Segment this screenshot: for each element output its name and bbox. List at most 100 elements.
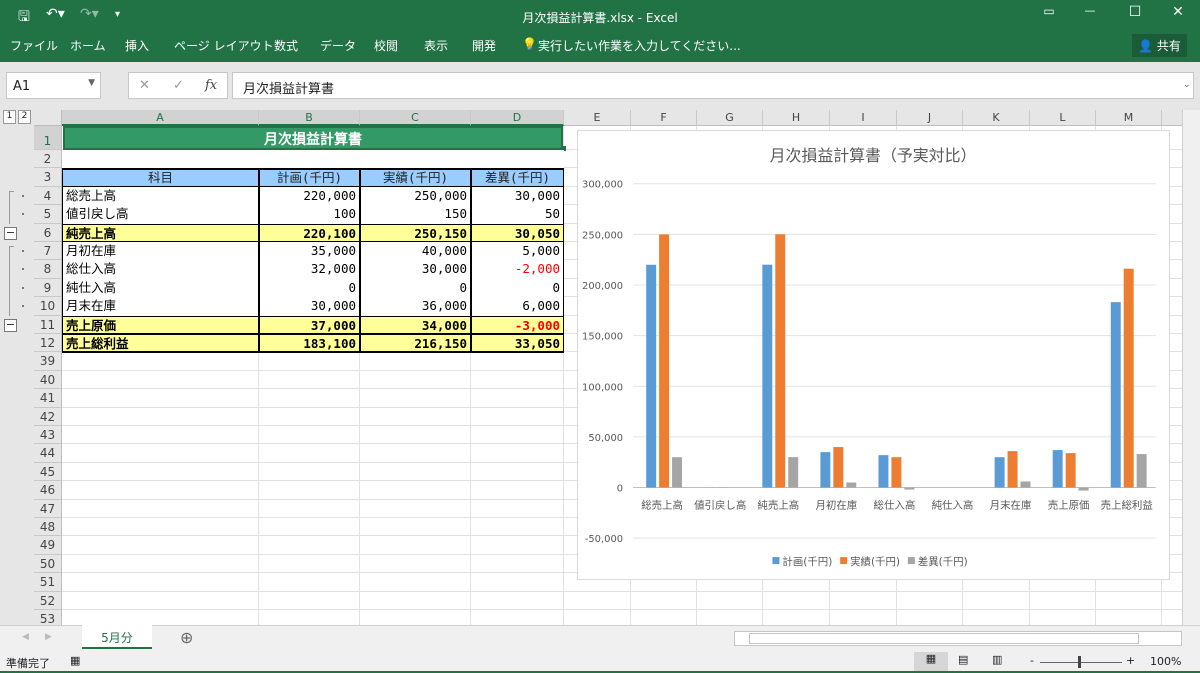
column-header-G[interactable]: G <box>697 110 763 126</box>
table-cell[interactable]: 30,000 <box>471 186 564 206</box>
table-cell[interactable]: -3,000 <box>471 315 564 334</box>
row-header-45[interactable]: 45 <box>34 462 62 482</box>
tab-data[interactable]: データ <box>320 37 356 54</box>
column-header-E[interactable]: E <box>564 110 631 126</box>
sheet-tab-5月分[interactable]: 5月分 <box>82 625 152 649</box>
row-header-6[interactable]: 6 <box>34 223 62 242</box>
column-header-M[interactable]: M <box>1096 110 1162 126</box>
table-cell[interactable]: 0 <box>259 278 360 298</box>
column-header-J[interactable]: J <box>897 110 963 126</box>
row-header-48[interactable]: 48 <box>34 518 62 537</box>
table-header-0[interactable]: 科目 <box>62 168 259 187</box>
table-cell[interactable]: 220,100 <box>259 223 360 242</box>
tab-formulas[interactable]: 数式 <box>274 37 298 54</box>
row-header-4[interactable]: 4 <box>34 186 62 206</box>
table-cell[interactable]: 37,000 <box>259 315 360 334</box>
horizontal-scroll-thumb[interactable] <box>749 633 1139 644</box>
tab-page-layout[interactable]: ページ レイアウト <box>174 37 274 54</box>
table-cell[interactable]: 32,000 <box>259 260 360 279</box>
table-cell[interactable]: 5,000 <box>471 242 564 261</box>
zoom-slider[interactable] <box>1040 662 1122 663</box>
table-cell[interactable]: -2,000 <box>471 260 564 279</box>
zoom-in-button[interactable]: + <box>1126 654 1135 667</box>
row-label-cell[interactable]: 純売上高 <box>62 223 259 242</box>
column-header-N[interactable]: N <box>1162 110 1182 126</box>
table-cell[interactable]: 250,150 <box>360 223 471 242</box>
restore-button[interactable]: ☐ <box>1120 4 1150 20</box>
table-cell[interactable]: 183,100 <box>259 334 360 353</box>
minimize-button[interactable]: — <box>1075 4 1105 17</box>
outline-level-2-button[interactable]: 2 <box>18 110 31 124</box>
macro-record-icon[interactable]: ▦ <box>70 654 80 667</box>
table-cell[interactable]: 0 <box>360 278 471 298</box>
normal-view-icon[interactable]: ▦ <box>914 652 948 671</box>
row-header-40[interactable]: 40 <box>34 370 62 390</box>
row-header-8[interactable]: 8 <box>34 260 62 279</box>
column-header-K[interactable]: K <box>963 110 1030 126</box>
row-label-cell[interactable]: 総売上高 <box>62 186 259 206</box>
table-cell[interactable]: 36,000 <box>360 297 471 316</box>
row-label-cell[interactable]: 売上総利益 <box>62 334 259 353</box>
insert-function-icon[interactable]: fx <box>205 78 217 93</box>
column-header-D[interactable]: D <box>471 110 564 126</box>
row-label-cell[interactable]: 値引戻し高 <box>62 205 259 224</box>
expand-formula-bar-icon[interactable]: ⌄ <box>1183 80 1191 90</box>
table-cell[interactable]: 30,000 <box>259 297 360 316</box>
table-cell[interactable]: 40,000 <box>360 242 471 261</box>
row-header-39[interactable]: 39 <box>34 352 62 371</box>
chevron-down-icon[interactable]: ▼ <box>88 78 95 88</box>
tab-home[interactable]: ホーム <box>70 37 106 54</box>
row-header-50[interactable]: 50 <box>34 554 62 574</box>
sheet-title-cell[interactable]: 月次損益計算書 <box>63 126 563 150</box>
column-header-C[interactable]: C <box>360 110 471 126</box>
sheet-next-button[interactable]: ▶ <box>45 632 52 642</box>
column-header-H[interactable]: H <box>763 110 830 126</box>
row-header-53[interactable]: 53 <box>34 610 62 625</box>
table-cell[interactable]: 150 <box>360 205 471 224</box>
row-header-43[interactable]: 43 <box>34 426 62 445</box>
collapse-group-button[interactable]: − <box>4 318 17 332</box>
row-header-3[interactable]: 3 <box>34 168 62 187</box>
row-header-41[interactable]: 41 <box>34 389 62 408</box>
column-header-F[interactable]: F <box>631 110 697 126</box>
tell-me-search[interactable]: 実行したい作業を入力してください... <box>538 37 741 54</box>
tab-review[interactable]: 校閲 <box>374 37 398 54</box>
row-header-51[interactable]: 51 <box>34 573 62 592</box>
ribbon-display-button[interactable]: ▭ <box>1034 4 1064 18</box>
cancel-icon[interactable]: ✕ <box>139 78 150 93</box>
table-cell[interactable]: 35,000 <box>259 242 360 261</box>
tab-file[interactable]: ファイル <box>10 37 58 54</box>
row-header-9[interactable]: 9 <box>34 278 62 298</box>
table-cell[interactable]: 0 <box>471 278 564 298</box>
sheet-prev-button[interactable]: ◀ <box>22 632 29 642</box>
chart[interactable]: 月次損益計算書（予実対比） 300,000 250,000 200,000 150,00… <box>577 130 1170 580</box>
table-cell[interactable]: 216,150 <box>360 334 471 353</box>
row-header-49[interactable]: 49 <box>34 536 62 555</box>
close-button[interactable]: ✕ <box>1163 4 1193 20</box>
collapse-group-button[interactable]: − <box>4 226 17 240</box>
row-header-46[interactable]: 46 <box>34 481 62 500</box>
table-cell[interactable]: 6,000 <box>471 297 564 316</box>
add-sheet-button[interactable]: ⊕ <box>180 628 193 647</box>
table-cell[interactable]: 50 <box>471 205 564 224</box>
row-header-42[interactable]: 42 <box>34 407 62 426</box>
row-label-cell[interactable]: 総仕入高 <box>62 260 259 279</box>
table-cell[interactable]: 30,050 <box>471 223 564 242</box>
tab-developer[interactable]: 開発 <box>472 37 496 54</box>
row-label-cell[interactable]: 純仕入高 <box>62 278 259 298</box>
table-cell[interactable]: 220,000 <box>259 186 360 206</box>
table-cell[interactable]: 30,000 <box>360 260 471 279</box>
column-header-I[interactable]: I <box>830 110 897 126</box>
row-header-11[interactable]: 11 <box>34 315 62 334</box>
horizontal-scrollbar[interactable] <box>734 631 1182 646</box>
row-header-44[interactable]: 44 <box>34 444 62 463</box>
select-all-button[interactable] <box>34 110 62 126</box>
row-header-47[interactable]: 47 <box>34 499 62 518</box>
formula-input[interactable]: 月次損益計算書 <box>232 72 1194 99</box>
table-cell[interactable]: 34,000 <box>360 315 471 334</box>
tab-insert[interactable]: 挿入 <box>125 37 149 54</box>
row-header-12[interactable]: 12 <box>34 334 62 353</box>
page-layout-view-icon[interactable]: ▤ <box>958 653 968 666</box>
table-cell[interactable]: 33,050 <box>471 334 564 353</box>
enter-icon[interactable]: ✓ <box>173 78 184 93</box>
